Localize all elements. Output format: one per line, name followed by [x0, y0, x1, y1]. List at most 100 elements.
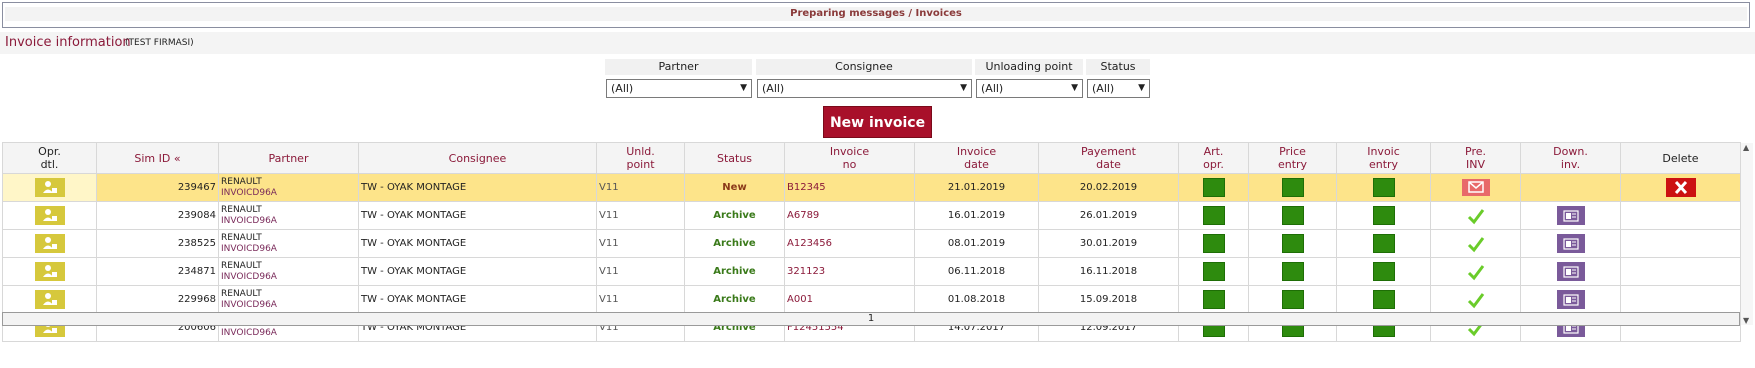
status-select[interactable]: (All) ▼ [1087, 79, 1150, 98]
art-opr-button[interactable] [1202, 234, 1225, 253]
status-cell: New [684, 173, 785, 202]
invoice-no-cell: 321123 [784, 257, 915, 286]
col-label: INV [1466, 158, 1485, 171]
consignee-cell: TW - OYAK MONTAGE [358, 229, 597, 258]
price-entry-button[interactable] [1281, 290, 1304, 309]
invoic-entry-button[interactable] [1372, 262, 1395, 281]
delete-cell [1620, 285, 1741, 314]
check-icon [1466, 263, 1486, 281]
invoic-entry-button[interactable] [1372, 290, 1395, 309]
delete-icon[interactable] [1665, 178, 1696, 197]
unloading-select[interactable]: (All) ▼ [976, 79, 1083, 98]
vertical-scrollbar[interactable]: ▲ ▼ [1741, 143, 1753, 325]
invoice-date-cell: 16.01.2019 [914, 201, 1039, 230]
partner-select[interactable]: (All) ▼ [606, 79, 752, 98]
unld-point-cell: V11 [596, 201, 685, 230]
invoic-entry-button[interactable] [1372, 234, 1395, 253]
price-entry-button[interactable] [1281, 206, 1304, 225]
detail-icon[interactable] [34, 178, 65, 197]
filter-label-consignee: Consignee [756, 59, 972, 75]
invoic-entry-button[interactable] [1372, 206, 1395, 225]
col-label: entry [1277, 158, 1308, 171]
chevron-down-icon: ▼ [740, 83, 747, 93]
detail-icon[interactable] [34, 206, 65, 225]
invoice-no-cell: A123456 [784, 229, 915, 258]
table-row[interactable]: 239467 RENAULT INVOICD96A TW - OYAK MONTAGE… [2, 173, 1741, 202]
col-label: Invoice [829, 145, 870, 158]
col-invoice-date[interactable]: Invoice date [914, 142, 1039, 174]
col-label: date [964, 158, 989, 171]
col-status[interactable]: Status [684, 142, 785, 174]
envelope-icon[interactable] [1461, 179, 1490, 196]
price-entry-button[interactable] [1281, 262, 1304, 281]
unloading-select-value: (All) [981, 82, 1004, 95]
payement-date-cell: 16.11.2018 [1038, 257, 1179, 286]
payement-date-cell: 20.02.2019 [1038, 173, 1179, 202]
art-opr-button[interactable] [1202, 290, 1225, 309]
table-row[interactable]: 234871 RENAULT INVOICD96A TW - OYAK MONTAGE… [2, 257, 1741, 286]
col-consignee[interactable]: Consignee [358, 142, 597, 174]
col-label: no [842, 158, 857, 171]
page-number[interactable]: 1 [868, 313, 874, 324]
col-invoice-no[interactable]: Invoice no [784, 142, 915, 174]
download-invoice-icon[interactable] [1556, 262, 1585, 281]
table-header-row: Opr. dtl. Sim ID « Partner Consignee Unld… [2, 142, 1741, 174]
price-entry-cell [1248, 173, 1337, 202]
table-row[interactable]: 239084 RENAULT INVOICD96A TW - OYAK MONTAGE… [2, 201, 1741, 230]
art-opr-button[interactable] [1202, 206, 1225, 225]
col-sim-id[interactable]: Sim ID « [96, 142, 219, 174]
col-delete: Delete [1620, 142, 1741, 174]
scroll-up-icon[interactable]: ▲ [1743, 143, 1749, 152]
col-label: Invoic [1367, 145, 1400, 158]
col-opr-dtl[interactable]: Opr. dtl. [2, 142, 97, 174]
col-unld-point[interactable]: Unld. point [596, 142, 685, 174]
filter-label-partner: Partner [605, 59, 752, 75]
invoice-date-cell: 06.11.2018 [914, 257, 1039, 286]
breadcrumb: Preparing messages / Invoices [5, 7, 1747, 21]
scroll-down-icon[interactable]: ▼ [1743, 316, 1749, 325]
download-invoice-icon[interactable] [1556, 234, 1585, 253]
header-bar: Preparing messages / Invoices [2, 2, 1750, 28]
price-entry-button[interactable] [1281, 234, 1304, 253]
status-cell: Archive [684, 229, 785, 258]
check-icon [1466, 235, 1486, 253]
new-invoice-button[interactable]: New invoice [823, 106, 932, 138]
price-entry-cell [1248, 257, 1337, 286]
art-opr-button[interactable] [1202, 178, 1225, 197]
price-entry-button[interactable] [1281, 178, 1304, 197]
download-invoice-icon[interactable] [1556, 290, 1585, 309]
filter-label-unloading: Unloading point [975, 59, 1083, 75]
art-opr-cell [1178, 257, 1249, 286]
col-label: Invoice [956, 145, 997, 158]
col-label: Payement [1081, 145, 1136, 158]
col-partner[interactable]: Partner [218, 142, 359, 174]
down-inv-cell [1520, 173, 1621, 202]
payement-date-cell: 26.01.2019 [1038, 201, 1179, 230]
detail-icon[interactable] [34, 262, 65, 281]
delete-cell [1620, 201, 1741, 230]
consignee-select[interactable]: (All) ▼ [757, 79, 972, 98]
sim-id-cell: 239084 [96, 201, 219, 230]
art-opr-button[interactable] [1202, 262, 1225, 281]
invoic-entry-button[interactable] [1372, 178, 1395, 197]
table-row[interactable]: 229968 RENAULT INVOICD96A TW - OYAK MONTAGE… [2, 285, 1741, 314]
download-invoice-icon[interactable] [1556, 206, 1585, 225]
invoice-no-cell: B12345 [784, 173, 915, 202]
detail-icon[interactable] [34, 290, 65, 309]
check-icon [1466, 291, 1486, 309]
price-entry-cell [1248, 201, 1337, 230]
art-opr-cell [1178, 201, 1249, 230]
table-row[interactable]: 238525 RENAULT INVOICD96A TW - OYAK MONTAGE… [2, 229, 1741, 258]
partner-code: INVOICD96A [221, 243, 277, 254]
delete-cell [1620, 229, 1741, 258]
col-label: Unld. [626, 145, 655, 158]
col-payement-date[interactable]: Payement date [1038, 142, 1179, 174]
pager[interactable]: 1 [2, 312, 1740, 326]
detail-icon[interactable] [34, 234, 65, 253]
sim-id-cell: 229968 [96, 285, 219, 314]
pre-inv-cell [1430, 173, 1521, 202]
col-invoic-entry: Invoic entry [1336, 142, 1431, 174]
partner-code: INVOICD96A [221, 271, 277, 282]
sim-id-cell: 234871 [96, 257, 219, 286]
delete-cell [1620, 173, 1741, 202]
